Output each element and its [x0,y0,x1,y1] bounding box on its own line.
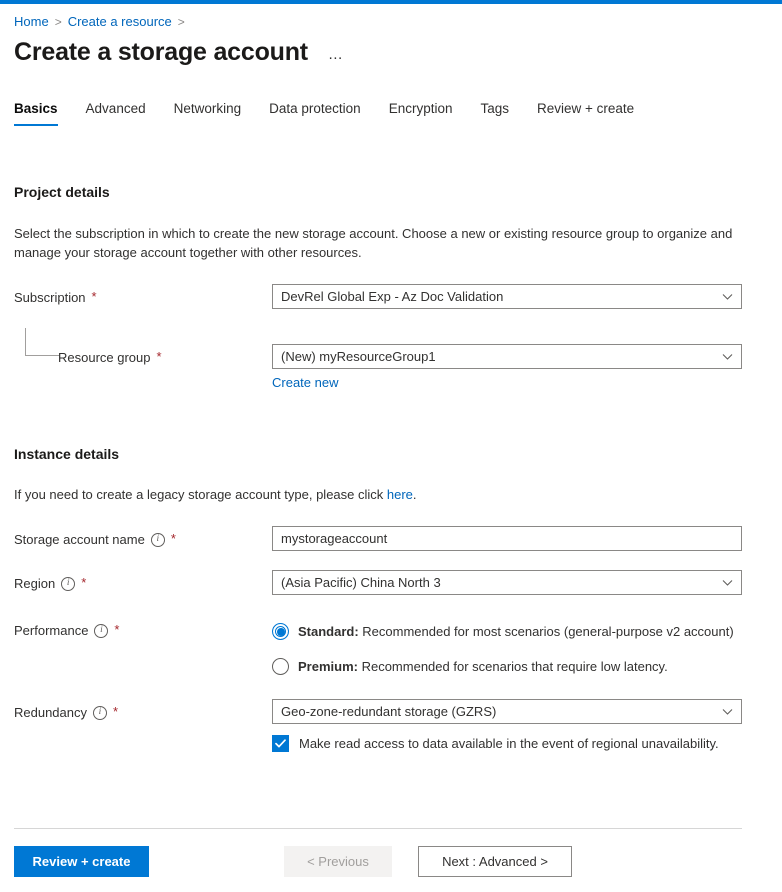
tab-label: Review + create [537,101,634,116]
footer-action-bar: Review + create < Previous Next : Advanc… [0,830,782,892]
review-create-button[interactable]: Review + create [14,846,149,877]
legacy-storage-here-link[interactable]: here [387,487,413,502]
breadcrumb: Home > Create a resource > [0,4,782,30]
required-indicator: * [114,625,119,635]
breadcrumb-item-create-a-resource[interactable]: Create a resource [68,14,172,30]
label-text: Storage account name [14,531,145,549]
required-indicator: * [92,292,97,302]
info-icon[interactable]: i [93,706,107,720]
section-description-instance-details: If you need to create a legacy storage a… [14,485,738,504]
field-row-storage-account-name: Storage account name i * [14,526,768,551]
breadcrumb-separator-icon: > [55,14,62,30]
breadcrumb-item-home[interactable]: Home [14,14,49,30]
checkbox-label: Make read access to data available in th… [299,735,719,752]
radio-label: Premium: Recommended for scenarios that … [298,658,668,675]
radio-selected-icon [272,623,289,640]
region-value: (Asia Pacific) China North 3 [281,571,441,594]
label-text: Redundancy [14,704,87,722]
storage-account-name-input[interactable] [281,531,733,546]
tab-advanced[interactable]: Advanced [72,100,160,126]
breadcrumb-separator-icon: > [178,14,185,30]
info-icon[interactable]: i [151,533,165,547]
required-indicator: * [81,578,86,588]
control-performance: Standard: Recommended for most scenarios… [272,622,768,675]
redundancy-value: Geo-zone-redundant storage (GZRS) [281,700,496,723]
chevron-down-icon [722,577,733,588]
field-row-subscription: Subscription * DevRel Global Exp - Az Do… [14,284,768,309]
label-text: Performance [14,622,88,640]
resource-group-dropdown[interactable]: (New) myResourceGroup1 [272,344,742,369]
region-dropdown[interactable]: (Asia Pacific) China North 3 [272,570,742,595]
label-text: Subscription [14,289,86,307]
radio-performance-premium[interactable]: Premium: Recommended for scenarios that … [272,658,768,675]
tab-encryption[interactable]: Encryption [375,100,467,126]
tab-review-create[interactable]: Review + create [523,100,648,126]
required-indicator: * [157,352,162,362]
info-icon[interactable]: i [61,577,75,591]
required-indicator: * [113,707,118,717]
label-redundancy: Redundancy i * [14,699,272,722]
section-title-project-details: Project details [14,184,768,200]
create-new-resource-group-link[interactable]: Create new [272,375,338,390]
field-row-resource-group: Resource group * (New) myResourceGroup1 … [14,344,768,390]
tab-label: Advanced [86,101,146,116]
control-subscription: DevRel Global Exp - Az Doc Validation [272,284,768,309]
page-title-row: Create a storage account … [0,30,782,68]
subscription-value: DevRel Global Exp - Az Doc Validation [281,285,503,308]
label-resource-group: Resource group * [14,344,272,367]
required-indicator: * [171,534,176,544]
label-subscription: Subscription * [14,284,272,307]
footer-divider [14,828,742,829]
section-description-project-details: Select the subscription in which to crea… [14,224,738,262]
tab-data-protection[interactable]: Data protection [255,100,375,126]
chevron-down-icon [722,291,733,302]
chevron-down-icon [722,706,733,717]
storage-account-name-field[interactable] [272,526,742,551]
tab-label: Networking [174,101,242,116]
radio-performance-standard[interactable]: Standard: Recommended for most scenarios… [272,623,768,640]
field-row-region: Region i * (Asia Pacific) China North 3 [14,570,768,595]
more-actions-icon[interactable]: … [324,48,349,62]
field-row-performance: Performance i * Standard: Recommended fo… [14,622,768,675]
chevron-down-icon [722,351,733,362]
label-text: Resource group [58,349,151,367]
label-region: Region i * [14,570,272,593]
tab-label: Tags [480,101,509,116]
control-resource-group: (New) myResourceGroup1 Create new [272,344,768,390]
subscription-dropdown[interactable]: DevRel Global Exp - Az Doc Validation [272,284,742,309]
page-title: Create a storage account [14,36,308,68]
label-text: Region [14,575,55,593]
previous-button[interactable]: < Previous [284,846,392,877]
control-region: (Asia Pacific) China North 3 [272,570,768,595]
redundancy-dropdown[interactable]: Geo-zone-redundant storage (GZRS) [272,699,742,724]
legacy-note-suffix: . [413,487,417,502]
radio-description: Recommended for most scenarios (general-… [359,624,734,639]
label-performance: Performance i * [14,622,272,640]
info-icon[interactable]: i [94,624,108,638]
tab-label: Data protection [269,101,361,116]
tab-networking[interactable]: Networking [160,100,256,126]
control-storage-account-name [272,526,768,551]
radio-label: Standard: Recommended for most scenarios… [298,623,734,640]
radio-unselected-icon [272,658,289,675]
tab-bar: Basics Advanced Networking Data protecti… [0,94,782,126]
field-row-redundancy: Redundancy i * Geo-zone-redundant storag… [14,699,768,752]
form-body: Project details Select the subscription … [0,184,782,752]
legacy-note-text: If you need to create a legacy storage a… [14,487,387,502]
tab-basics[interactable]: Basics [14,100,72,126]
section-title-instance-details: Instance details [14,446,768,462]
label-storage-account-name: Storage account name i * [14,526,272,549]
tab-label: Basics [14,101,58,116]
checkbox-checked-icon [272,735,289,752]
radio-name: Standard: [298,624,359,639]
resource-group-value: (New) myResourceGroup1 [281,345,436,368]
radio-description: Recommended for scenarios that require l… [358,659,668,674]
tab-label: Encryption [389,101,453,116]
checkbox-row-geo-read-access[interactable]: Make read access to data available in th… [272,735,768,752]
tab-tags[interactable]: Tags [466,100,523,126]
radio-name: Premium: [298,659,358,674]
control-redundancy: Geo-zone-redundant storage (GZRS) Make r… [272,699,768,752]
next-advanced-button[interactable]: Next : Advanced > [418,846,572,877]
